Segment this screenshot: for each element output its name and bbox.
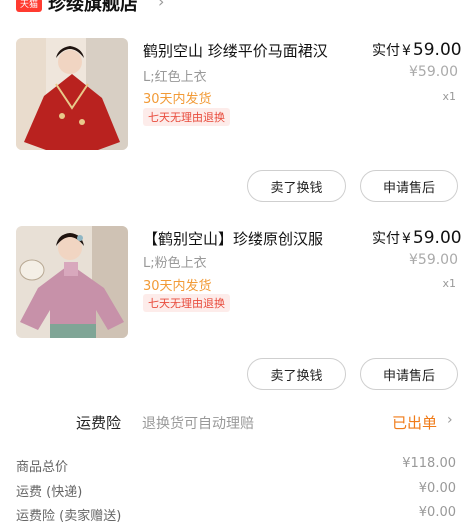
summary-row-subtotal: 商品总价 ¥118.00 [0,456,472,478]
hanfu-pink-image [16,226,128,338]
summary-label: 运费险 (卖家赠送) [16,509,122,524]
summary-label: 运费 (快递) [16,485,83,500]
summary-row-shipping: 运费 (快递) ¥0.00 [0,481,472,503]
summary-value: ¥0.00 [418,505,456,520]
product-variant: L;红色上衣 [143,70,207,85]
shipping-time: 30天内发货 [143,92,212,107]
quantity: x1 [442,90,456,103]
chevron-right-icon[interactable]: › [158,0,164,11]
store-header[interactable]: 天猫 珍缕旗舰店 › [0,0,472,18]
summary-value: ¥118.00 [402,456,456,471]
return-policy-badge: 七天无理由退换 [143,108,230,126]
summary-label: 商品总价 [16,460,69,475]
after-sales-button[interactable]: 申请售后 [360,170,458,202]
resell-button[interactable]: 卖了换钱 [247,358,346,390]
product-image[interactable] [16,226,128,338]
insurance-label: 运费险 [76,414,122,432]
product-image[interactable] [16,38,128,150]
paid-price: 实付 ¥59.00 [372,40,462,60]
shipping-time: 30天内发货 [143,279,212,294]
chevron-right-icon[interactable]: › [447,412,453,428]
return-policy-badge: 七天无理由退换 [143,294,230,312]
hanfu-red-image [16,38,128,150]
original-price: ¥59.00 [409,252,458,268]
summary-row-insurance: 运费险 (卖家赠送) ¥0.00 [0,505,472,527]
tmall-badge: 天猫 [16,0,43,12]
product-title[interactable]: 鹤别空山 珍缕平价马面裙汉 [143,40,328,61]
product-variant: L;粉色上衣 [143,256,207,271]
resell-button[interactable]: 卖了换钱 [247,170,346,202]
summary-value: ¥0.00 [418,481,456,496]
product-title[interactable]: 【鹤别空山】珍缕原创汉服 [143,228,323,249]
shipping-insurance-row[interactable]: 运费险 退换货可自动理赔 已出单 › [0,408,472,436]
paid-price: 实付 ¥59.00 [372,228,462,248]
original-price: ¥59.00 [409,64,458,80]
insurance-status[interactable]: 已出单 [392,412,437,433]
insurance-description: 退换货可自动理赔 [142,416,254,432]
store-name[interactable]: 珍缕旗舰店 [48,0,138,16]
after-sales-button[interactable]: 申请售后 [360,358,458,390]
quantity: x1 [442,277,456,290]
